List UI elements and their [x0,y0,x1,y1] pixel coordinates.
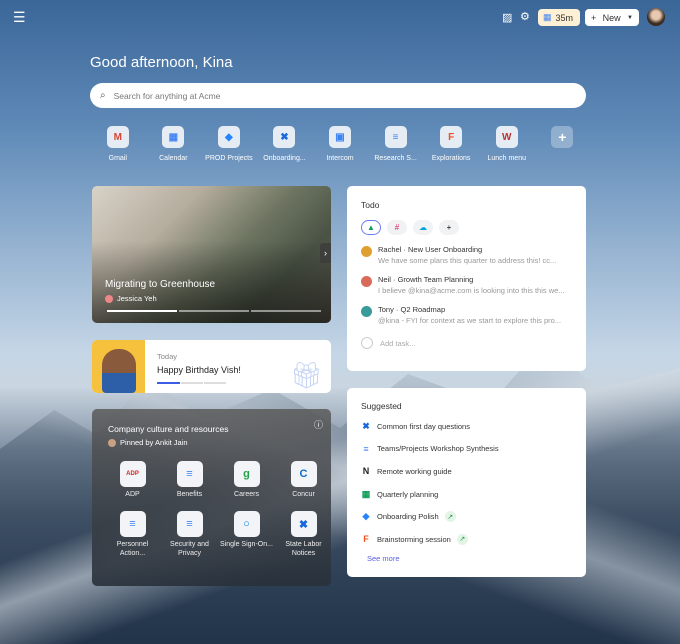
app-shortcut[interactable]: W Lunch menu [479,126,535,162]
gift-icon: 🎁︎ [289,360,323,390]
avatar [361,246,372,257]
resource-icon: ADP [119,461,146,487]
doc-icon: F [363,534,369,545]
see-more-link[interactable]: See more [367,554,572,563]
resource-icon: g [233,461,260,487]
app-icon: W [495,126,518,148]
pinner-avatar [108,438,116,447]
app-shortcut[interactable]: ✖ Onboarding... [257,126,313,162]
suggested-item[interactable]: N Remote working guide [361,460,572,483]
image-icon[interactable]: ▨ [502,11,512,24]
resource-icon: ≡ [176,461,203,487]
app-shortcut[interactable]: M Gmail [90,126,146,162]
author-avatar [105,294,113,303]
app-icon: ▦ [162,126,185,148]
resource-icon: ○ [233,511,260,538]
add-source-icon[interactable]: + [439,220,459,235]
avatar [361,306,372,317]
app-icon: ✖ [273,126,296,148]
hero-title: Migrating to Greenhouse [105,279,216,290]
doc-icon: ▦ [361,488,371,499]
doc-icon: ✖ [362,420,370,431]
user-avatar[interactable] [647,8,665,26]
plus-icon: + [551,126,574,148]
doc-icon: N [362,466,370,477]
app-icon: ◆ [217,126,240,148]
todo-item[interactable]: Neil · Growth Team Planning I believe @ki… [361,275,572,295]
todo-card: Todo ▲ # ☁ + Rachel · New User Onboardin… [347,186,586,371]
search-input[interactable]: ⌕ Search for anything at Acme [90,83,586,108]
doc-icon: ≡ [363,443,369,454]
resource-item[interactable]: ≡ Personnel Action... [104,511,161,558]
app-icon: ≡ [384,126,407,148]
resource-icon: C [290,461,317,487]
app-icon: M [106,126,129,148]
todo-item[interactable]: Rachel · New User Onboarding We have some… [361,245,572,265]
suggested-item[interactable]: F Brainstorming session ↗ [361,528,572,551]
app-icon: F [440,126,463,148]
birthday-card[interactable]: Today Happy Birthday Vish! 🎁︎ [92,340,331,393]
resource-item[interactable]: ○ Single Sign-On... [218,511,275,558]
resource-item[interactable]: ≡ Security and Privacy [161,511,218,558]
resource-item[interactable]: C Concur [275,461,332,499]
new-button[interactable]: + New ▼ [585,9,639,26]
avatar [361,276,372,287]
salesforce-icon[interactable]: ☁ [413,220,433,235]
doc-icon: ◆ [362,511,370,522]
birthday-photo [92,340,145,393]
chevron-right-icon[interactable]: › [320,243,331,263]
resource-icon: ≡ [119,511,146,538]
info-icon[interactable]: ⓘ [314,418,323,431]
resource-item[interactable]: g Careers [218,461,275,499]
calendar-timer-button[interactable]: ▦ 35m [538,9,580,26]
app-shortcut[interactable]: ▣ Intercom [312,126,368,162]
hamburger-icon[interactable]: ☰ [13,9,26,26]
resource-item[interactable]: ✖ State Labor Notices [275,511,332,558]
circle-icon [361,337,373,349]
resource-item[interactable]: ≡ Benefits [161,461,218,499]
greeting: Good afternoon, Kina [90,54,233,71]
add-task-input[interactable]: Add task... [361,337,572,349]
carousel-progress [107,310,321,312]
suggested-item[interactable]: ▦ Quarterly planning [361,483,572,506]
suggested-item[interactable]: ◆ Onboarding Polish ↗ [361,505,572,528]
add-app-button[interactable]: + [535,126,591,162]
resource-icon: ✖ [290,511,317,538]
culture-card: Company culture and resources Pinned by … [92,409,331,586]
suggested-item[interactable]: ✖ Common first day questions [361,415,572,438]
gear-icon[interactable]: ⚙ [520,10,530,23]
slack-icon[interactable]: # [387,220,407,235]
app-icon: ▣ [329,126,352,148]
calendar-icon: ▦ [543,12,552,22]
trending-icon: ↗ [444,511,456,523]
trending-icon: ↗ [456,533,468,545]
resource-icon: ≡ [176,511,203,538]
search-icon: ⌕ [100,90,106,101]
app-shortcut[interactable]: ◆ PROD Projects [201,126,257,162]
app-shortcut[interactable]: ▦ Calendar [146,126,202,162]
todo-item[interactable]: Tony · Q2 Roadmap @kina - FYI for context… [361,305,572,325]
app-shortcuts: M Gmail ▦ Calendar ◆ PROD Projects ✖ Onboarding… [90,126,590,162]
app-shortcut[interactable]: ≡ Research S... [368,126,424,162]
resource-item[interactable]: ADP ADP [104,461,161,499]
google-drive-icon[interactable]: ▲ [361,220,381,235]
app-shortcut[interactable]: F Explorations [423,126,479,162]
hero-card[interactable]: Migrating to Greenhouse Jessica Yeh › [92,186,331,323]
suggested-card: Suggested ✖ Common first day questions ≡ Te… [347,388,586,577]
caret-down-icon: ▼ [627,14,633,21]
suggested-item[interactable]: ≡ Teams/Projects Workshop Synthesis [361,438,572,461]
